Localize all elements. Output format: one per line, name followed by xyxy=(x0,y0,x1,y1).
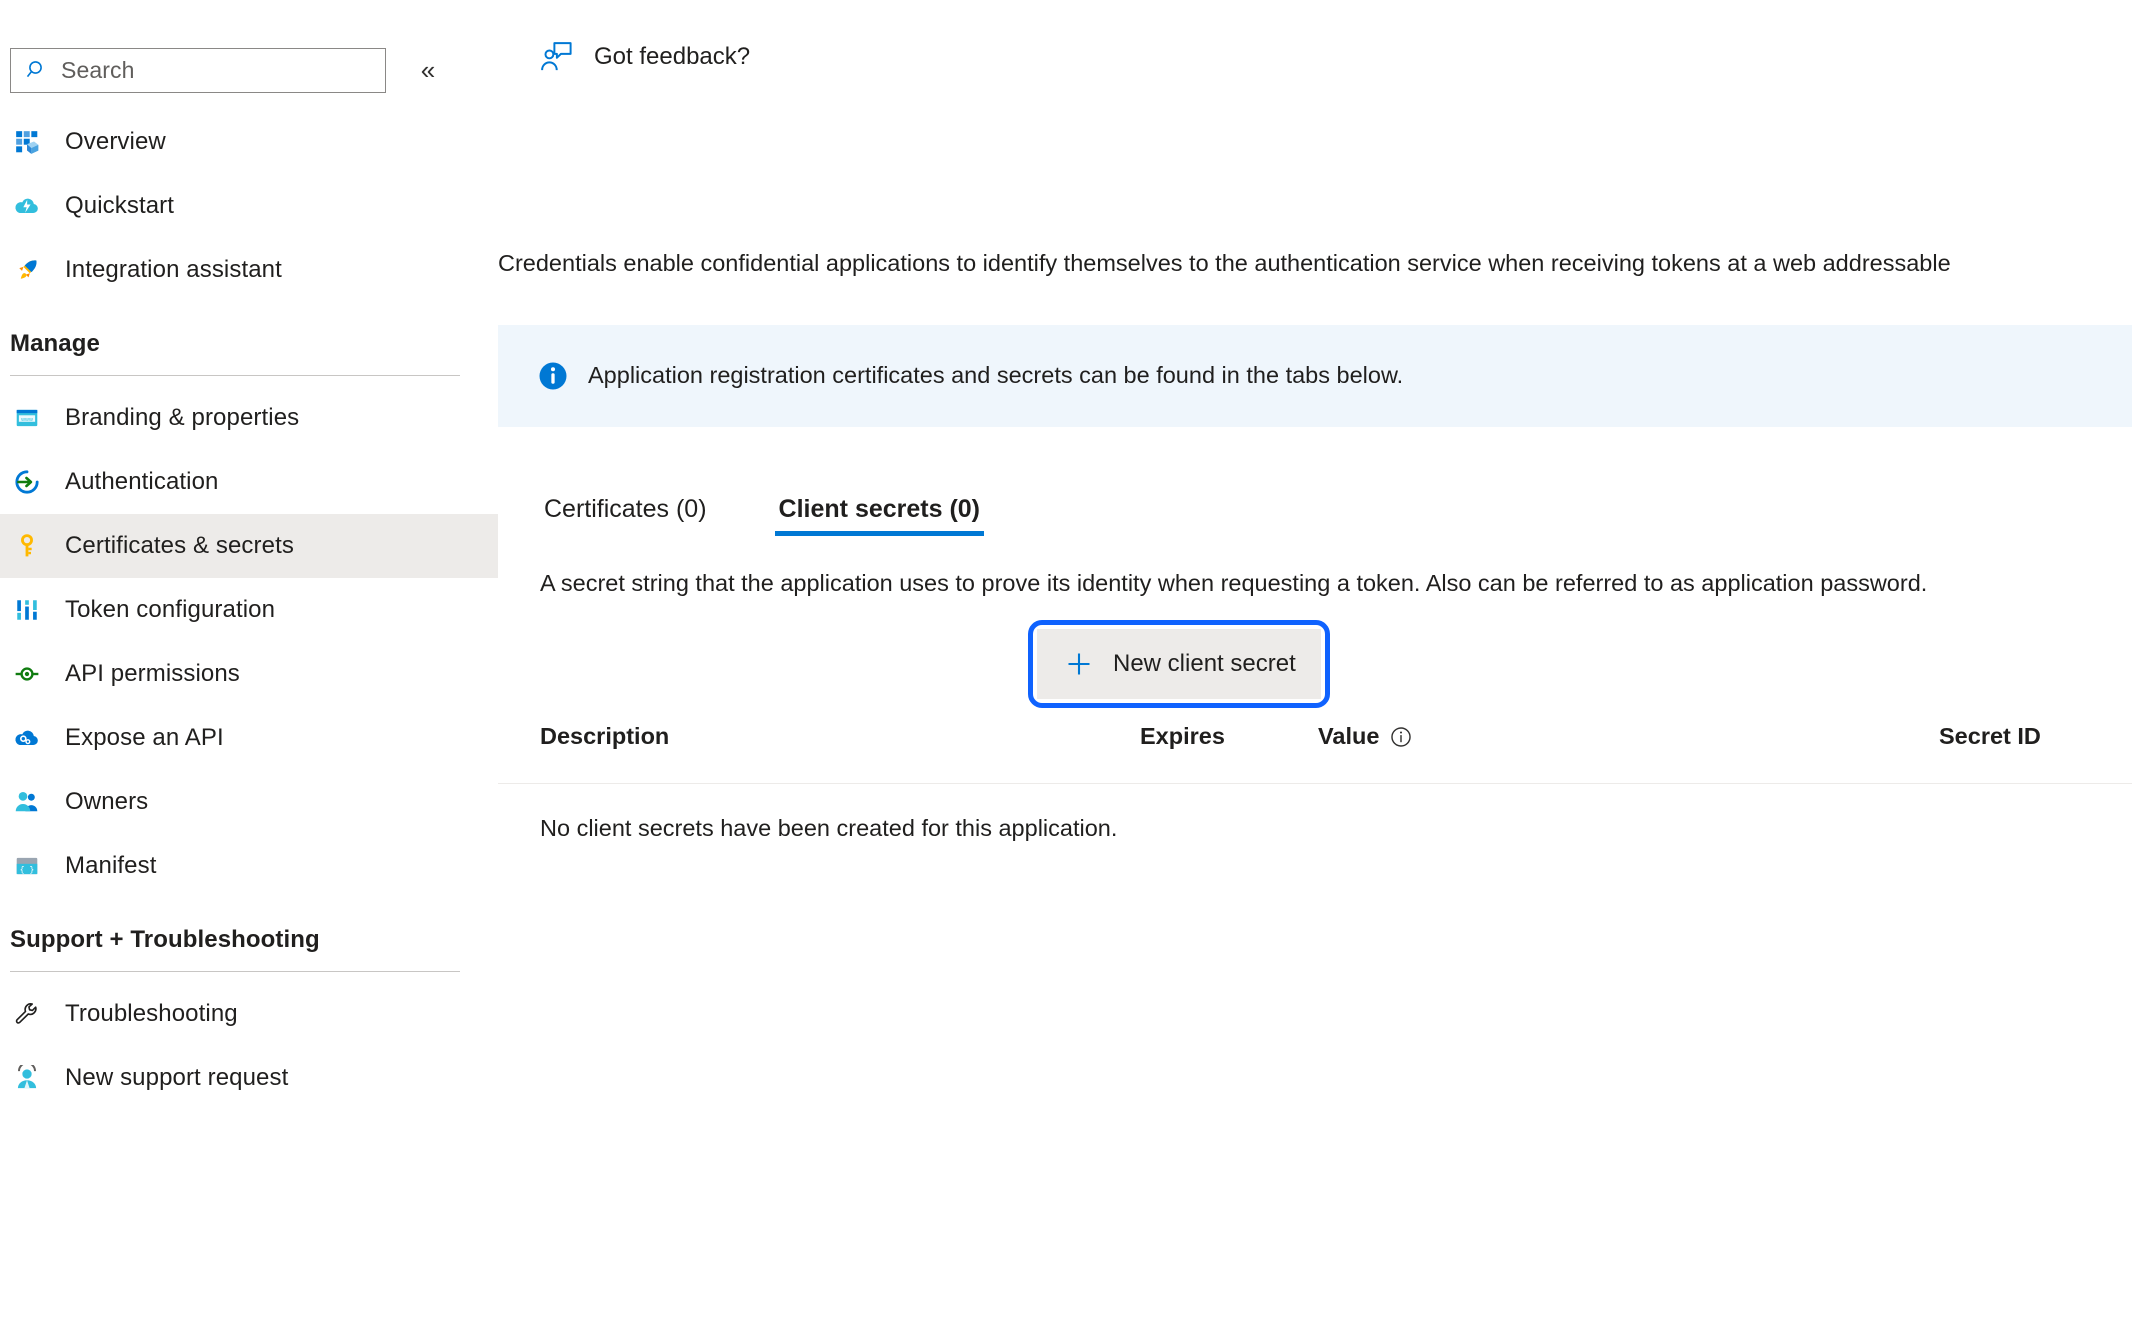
info-icon xyxy=(538,361,568,391)
main-content: Got feedback? Credentials enable confide… xyxy=(498,0,2132,1325)
column-header-description: Description xyxy=(540,723,670,749)
sidebar-item-owners[interactable]: Owners xyxy=(0,770,498,834)
branding-window-icon: www xyxy=(10,401,44,435)
svg-text:www: www xyxy=(20,417,33,423)
quickstart-cloud-icon xyxy=(10,189,44,223)
sidebar-group-title-support: Support + Troubleshooting xyxy=(10,926,320,953)
client-secrets-table: Description Expires Value Secret ID No c… xyxy=(498,723,2132,840)
key-icon xyxy=(10,529,44,563)
manifest-braces-icon: { } xyxy=(10,849,44,883)
sidebar-item-label: Token configuration xyxy=(65,596,276,623)
search-icon xyxy=(25,58,49,82)
sidebar-item-integration-assistant[interactable]: Integration assistant xyxy=(0,238,498,302)
sidebar-item-token-configuration[interactable]: Token configuration xyxy=(0,578,498,642)
svg-text:{ }: { } xyxy=(20,866,35,875)
info-banner-text: Application registration certificates an… xyxy=(588,362,1404,389)
new-client-secret-label: New client secret xyxy=(1113,650,1296,677)
plus-icon xyxy=(1065,650,1093,678)
tab-certificates[interactable]: Certificates (0) xyxy=(540,497,711,536)
table-header-divider xyxy=(498,783,2132,784)
info-banner: Application registration certificates an… xyxy=(498,325,2132,427)
sidebar: Search « Overview Quickstart Integration… xyxy=(0,0,498,1325)
client-secrets-description: A secret string that the application use… xyxy=(540,570,1928,596)
tab-client-secrets[interactable]: Client secrets (0) xyxy=(774,497,985,536)
sidebar-item-manifest[interactable]: { } Manifest xyxy=(0,834,498,898)
expose-api-cloud-icon xyxy=(10,721,44,755)
sidebar-group-divider xyxy=(10,375,460,376)
sidebar-search-row: Search « xyxy=(0,45,498,95)
sidebar-item-expose-an-api[interactable]: Expose an API xyxy=(0,706,498,770)
sidebar-item-branding-properties[interactable]: www Branding & properties xyxy=(0,386,498,450)
collapse-sidebar-button[interactable]: « xyxy=(408,50,448,90)
sidebar-item-label: New support request xyxy=(65,1064,289,1091)
sidebar-item-label: Troubleshooting xyxy=(65,1000,238,1027)
sidebar-group-divider xyxy=(10,971,460,972)
feedback-person-icon xyxy=(540,40,574,74)
sidebar-item-api-permissions[interactable]: API permissions xyxy=(0,642,498,706)
column-header-expires: Expires xyxy=(1140,723,1225,749)
sidebar-item-label: Manifest xyxy=(65,852,157,879)
table-header-row: Description Expires Value Secret ID xyxy=(498,723,2132,784)
credentials-tabs: Certificates (0) Client secrets (0) xyxy=(540,478,1048,536)
sidebar-item-authentication[interactable]: Authentication xyxy=(0,450,498,514)
wrench-icon xyxy=(10,997,44,1031)
rocket-icon xyxy=(10,253,44,287)
api-permissions-icon xyxy=(10,657,44,691)
sidebar-item-new-support-request[interactable]: New support request xyxy=(0,1046,498,1110)
sidebar-item-label: Owners xyxy=(65,788,149,815)
sidebar-group-title-manage: Manage xyxy=(10,330,100,357)
sidebar-item-overview[interactable]: Overview xyxy=(0,110,498,174)
sidebar-item-label: Expose an API xyxy=(65,724,224,751)
sidebar-item-label: Certificates & secrets xyxy=(65,532,294,559)
sidebar-item-certificates-secrets[interactable]: Certificates & secrets xyxy=(0,514,498,578)
table-empty-message: No client secrets have been created for … xyxy=(540,815,1118,841)
sidebar-item-label: Overview xyxy=(65,128,166,155)
column-header-value: Value xyxy=(1318,723,1412,749)
sidebar-item-label: Authentication xyxy=(65,468,219,495)
sidebar-item-label: Integration assistant xyxy=(65,256,282,283)
got-feedback-label: Got feedback? xyxy=(594,43,751,70)
got-feedback-button[interactable]: Got feedback? xyxy=(540,40,750,74)
info-circle-icon[interactable] xyxy=(1390,726,1412,748)
sidebar-nav: Overview Quickstart Integration assistan… xyxy=(0,110,498,1110)
owners-people-icon xyxy=(10,785,44,819)
token-bars-icon xyxy=(10,593,44,627)
support-person-icon xyxy=(10,1061,44,1095)
sidebar-item-quickstart[interactable]: Quickstart xyxy=(0,174,498,238)
sidebar-item-troubleshooting[interactable]: Troubleshooting xyxy=(0,982,498,1046)
column-header-secret-id: Secret ID xyxy=(1939,723,2041,749)
authentication-arrow-icon xyxy=(10,465,44,499)
sidebar-item-label: Branding & properties xyxy=(65,404,300,431)
search-placeholder: Search xyxy=(61,56,135,83)
column-header-value-label: Value xyxy=(1318,723,1380,749)
sidebar-item-label: Quickstart xyxy=(65,192,175,219)
sidebar-item-label: API permissions xyxy=(65,660,240,687)
new-client-secret-button[interactable]: New client secret xyxy=(1037,629,1321,699)
credentials-intro-line-1: Credentials enable confidential applicat… xyxy=(498,250,1951,276)
azure-portal-certificates-secrets-page: Search « Overview Quickstart Integration… xyxy=(0,0,2132,1325)
overview-grid-icon xyxy=(10,125,44,159)
search-input[interactable]: Search xyxy=(10,47,386,93)
